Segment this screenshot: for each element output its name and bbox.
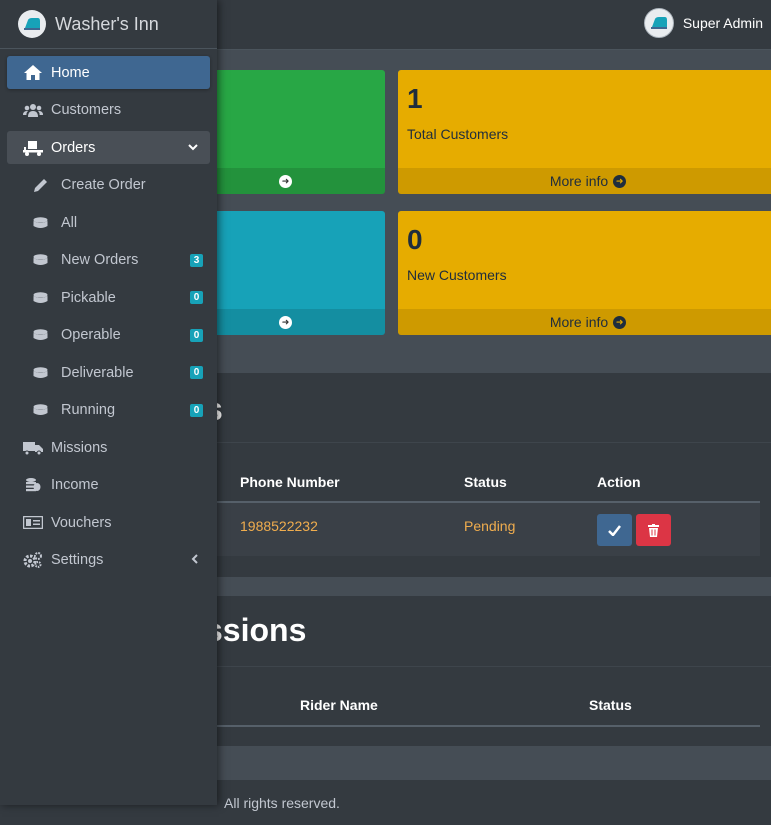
sidebar-item-create-order[interactable]: Create Order (7, 169, 210, 202)
sidebar: Washer's Inn Home Customers Orders Creat… (0, 0, 217, 805)
new-customers-value: 0 (407, 224, 423, 255)
iron-logo-icon (650, 17, 667, 29)
database-icon (29, 254, 51, 266)
column-header-phone: Phone Number (240, 474, 340, 490)
count-badge: 0 (190, 328, 203, 342)
more-info-label: More info (549, 314, 609, 330)
delete-button[interactable] (636, 514, 671, 546)
sidebar-item-income[interactable]: Income (7, 469, 210, 502)
new-customers-label: New Customers (407, 267, 507, 283)
sidebar-nav: Home Customers Orders Create Order All N… (0, 56, 217, 581)
missions-card-title: ssions (205, 612, 307, 648)
home-icon (22, 65, 44, 80)
sidebar-item-vouchers[interactable]: Vouchers (7, 506, 210, 539)
user-menu[interactable]: Super Admin (643, 8, 763, 38)
check-icon (608, 524, 621, 536)
truck-icon (22, 441, 44, 455)
database-icon (29, 404, 51, 416)
total-customers-more-info-link[interactable]: More info ➜ (398, 168, 771, 194)
database-icon (29, 329, 51, 341)
pencil-icon (29, 178, 51, 193)
arrow-circle-right-icon: ➜ (279, 174, 292, 188)
user-avatar[interactable] (643, 8, 674, 38)
brand-name: Washer's Inn (55, 13, 159, 34)
sidebar-item-customers[interactable]: Customers (7, 94, 210, 127)
arrow-circle-right-icon: ➜ (613, 315, 627, 329)
column-header-status: Status (464, 474, 507, 490)
brand-logo (18, 10, 46, 38)
sidebar-item-label: Missions (51, 439, 108, 456)
database-icon (29, 291, 51, 304)
stat-box-new-customers: 0 New Customers More info ➜ (398, 211, 771, 335)
sidebar-item-label: Income (51, 477, 99, 493)
iron-logo-icon (24, 18, 40, 30)
sidebar-item-label: Pickable (61, 289, 116, 306)
status-cell: Pending (464, 518, 516, 534)
sidebar-item-label: Create Order (61, 177, 146, 193)
sidebar-item-missions[interactable]: Missions (7, 431, 210, 464)
total-customers-label: Total Customers (407, 126, 509, 142)
brand-link[interactable]: Washer's Inn (0, 0, 217, 49)
sidebar-item-label: Operable (61, 327, 121, 343)
column-header-action: Action (597, 474, 641, 490)
money-bill-icon (22, 516, 44, 529)
sidebar-item-deliverable[interactable]: Deliverable 0 (7, 356, 210, 389)
users-icon (22, 103, 44, 117)
sidebar-item-label: All (61, 214, 78, 231)
sidebar-item-operable[interactable]: Operable 0 (7, 319, 210, 352)
sidebar-item-label: Orders (51, 139, 96, 156)
sidebar-item-label: Running (61, 402, 116, 418)
database-icon (29, 366, 51, 379)
sidebar-item-new-orders[interactable]: New Orders 3 (7, 244, 210, 277)
phone-cell: 1988522232 (240, 518, 318, 534)
sidebar-item-label: Vouchers (51, 514, 112, 531)
count-badge: 0 (190, 366, 203, 379)
sidebar-item-running[interactable]: Running 0 (7, 394, 210, 427)
stat-box-total-customers: 1 Total Customers More info ➜ (398, 70, 771, 194)
database-icon (29, 216, 51, 229)
trash-icon (648, 523, 659, 537)
sidebar-item-home[interactable]: Home (7, 56, 210, 89)
dolly-icon (22, 140, 44, 156)
sidebar-item-label: Deliverable (61, 364, 134, 381)
new-customers-more-info-link[interactable]: More info ➜ (398, 309, 771, 335)
sidebar-item-label: Settings (51, 552, 104, 568)
sidebar-item-label: New Orders (61, 252, 139, 268)
sidebar-item-label: Customers (51, 102, 122, 118)
arrow-circle-right-icon: ➜ (279, 315, 292, 329)
sidebar-item-label: Home (51, 64, 90, 81)
arrow-circle-right-icon: ➜ (613, 174, 627, 188)
chevron-down-icon (188, 140, 198, 154)
more-info-label: More info (549, 173, 609, 189)
column-header-rider-name: Rider Name (300, 697, 378, 713)
chevron-left-icon (191, 553, 198, 567)
footer-rights: All rights reserved. (224, 795, 340, 811)
approve-button[interactable] (597, 514, 632, 546)
coins-icon (22, 477, 44, 493)
cogs-icon (22, 552, 44, 568)
count-badge: 3 (190, 253, 203, 267)
count-badge: 0 (190, 291, 203, 304)
sidebar-item-settings[interactable]: Settings (7, 544, 210, 577)
count-badge: 0 (190, 403, 203, 417)
column-header-status: Status (589, 697, 632, 713)
user-name[interactable]: Super Admin (683, 15, 763, 31)
sidebar-item-orders[interactable]: Orders (7, 131, 210, 164)
sidebar-item-pickable[interactable]: Pickable 0 (7, 281, 210, 314)
sidebar-item-all[interactable]: All (7, 206, 210, 239)
total-customers-value: 1 (407, 83, 423, 114)
